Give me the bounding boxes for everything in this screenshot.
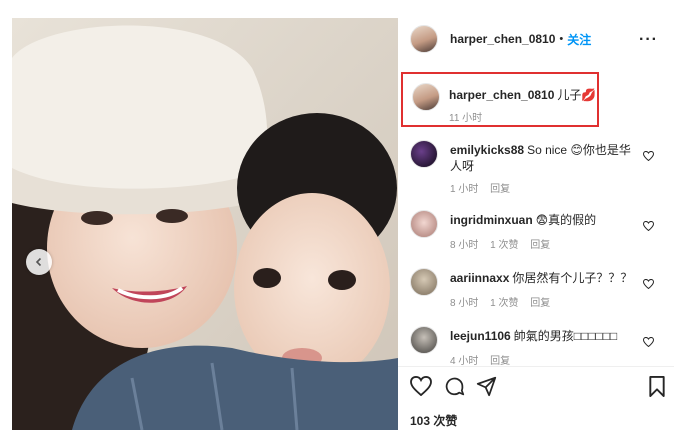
- bookmark-icon[interactable]: [648, 376, 666, 402]
- caption-username[interactable]: harper_chen_0810: [449, 88, 554, 102]
- comment-text: aariinnaxx 你居然有个儿子？？？: [450, 270, 650, 286]
- post-photo[interactable]: [12, 18, 398, 430]
- comment-time[interactable]: 8 小时: [450, 298, 478, 309]
- comment-meta: 1 小时 回复: [450, 180, 519, 195]
- caption-avatar[interactable]: [412, 83, 440, 111]
- separator-dot: •: [559, 33, 564, 45]
- comment-body: 😨真的假的: [535, 213, 597, 227]
- comment-username[interactable]: aariinnaxx: [450, 271, 509, 285]
- commenter-avatar[interactable]: [410, 210, 438, 238]
- comment-text: leejun1106 帥氣的男孩□□□□□□: [450, 328, 650, 344]
- heart-icon[interactable]: [642, 218, 655, 236]
- comment-body: 你居然有个儿子？？？: [512, 271, 633, 285]
- caption-text: harper_chen_0810 儿子💋: [449, 86, 596, 103]
- reply-button[interactable]: 回复: [530, 298, 550, 309]
- comment-meta: 8 小时 1 次赞 回复: [450, 294, 559, 309]
- reply-button[interactable]: 回复: [490, 184, 510, 195]
- caption-body: 儿子💋: [557, 88, 597, 102]
- caption-time[interactable]: 11 小时: [449, 109, 482, 124]
- post-side-panel: harper_chen_0810 • 关注 ··· harper_chen_08…: [398, 18, 674, 430]
- heart-icon[interactable]: [642, 148, 655, 166]
- comment-text: ingridminxuan 😨真的假的: [450, 212, 640, 228]
- comment-username[interactable]: leejun1106: [450, 329, 511, 343]
- comment-username[interactable]: emilykicks88: [450, 143, 524, 157]
- comment-time[interactable]: 8 小时: [450, 240, 478, 251]
- comment-item: emilykicks88 So nice 😊你也是华人呀 1 小时 回复: [410, 140, 668, 195]
- likes-count[interactable]: 103 次赞: [410, 412, 457, 429]
- chevron-left-icon: [34, 257, 44, 267]
- follow-button[interactable]: 关注: [567, 31, 591, 48]
- action-bar: [410, 375, 666, 404]
- commenter-avatar[interactable]: [410, 140, 438, 168]
- comment-item: ingridminxuan 😨真的假的 8 小时 1 次赞 回复: [410, 210, 668, 251]
- comment-meta: 8 小时 1 次赞 回复: [450, 236, 559, 251]
- author-username[interactable]: harper_chen_0810: [450, 32, 555, 46]
- reply-button[interactable]: 回复: [530, 240, 550, 251]
- comment-body: 帥氣的男孩□□□□□□: [513, 329, 618, 343]
- heart-icon[interactable]: [642, 276, 655, 294]
- heart-icon[interactable]: [642, 334, 655, 352]
- carousel-prev-button[interactable]: [26, 249, 52, 275]
- comment-username[interactable]: ingridminxuan: [450, 213, 533, 227]
- comment-likes[interactable]: 1 次赞: [490, 240, 518, 251]
- heart-icon[interactable]: [410, 375, 432, 401]
- comment-time[interactable]: 1 小时: [450, 184, 478, 195]
- caption-highlight: harper_chen_0810 儿子💋 11 小时: [401, 72, 599, 127]
- commenter-avatar[interactable]: [410, 326, 438, 354]
- commenter-avatar[interactable]: [410, 268, 438, 296]
- divider: [398, 366, 674, 367]
- comment-meta: 4 小时 回复: [450, 352, 519, 367]
- comment-bubble-icon[interactable]: [444, 376, 465, 402]
- comment-likes[interactable]: 1 次赞: [490, 298, 518, 309]
- post-header: harper_chen_0810 • 关注 ···: [398, 18, 674, 60]
- comment-text: emilykicks88 So nice 😊你也是华人呀: [450, 142, 640, 174]
- more-horizontal-icon[interactable]: ···: [639, 31, 658, 49]
- comment-item: aariinnaxx 你居然有个儿子？？？ 8 小时 1 次赞 回复: [410, 268, 668, 309]
- photo-illustration: [12, 18, 398, 430]
- send-icon[interactable]: [476, 376, 497, 402]
- author-avatar[interactable]: [410, 25, 438, 53]
- comment-item: leejun1106 帥氣的男孩□□□□□□ 4 小时 回复: [410, 326, 668, 367]
